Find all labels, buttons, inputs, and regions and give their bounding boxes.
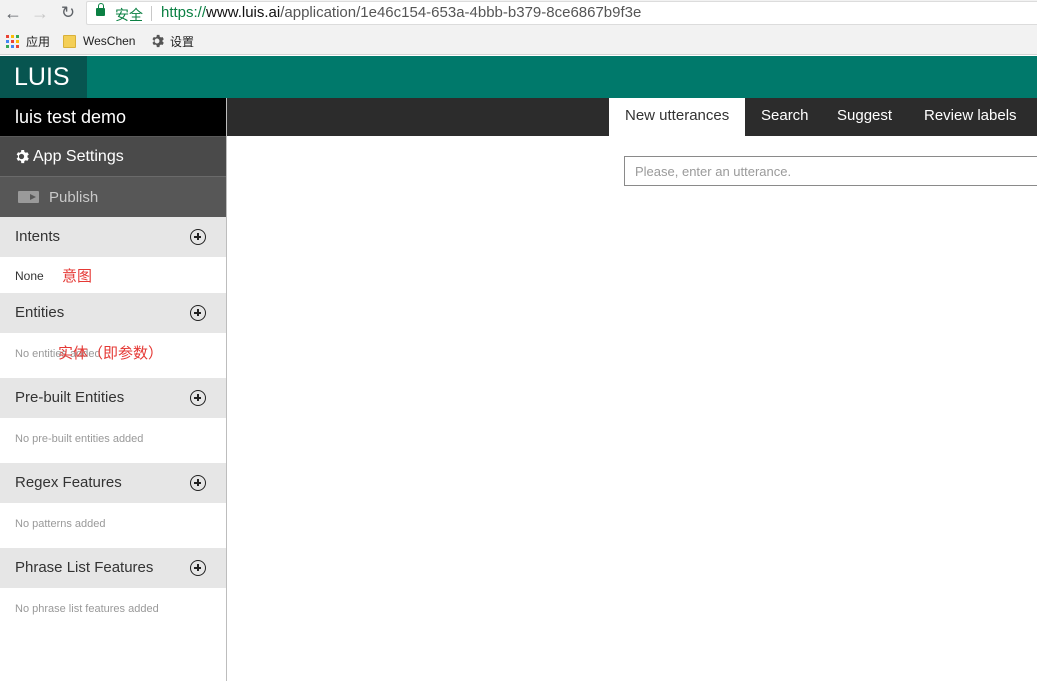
- url-field[interactable]: 安全 https://www.luis.ai/application/1e46c…: [86, 1, 1037, 25]
- publish-button[interactable]: Publish: [0, 176, 226, 217]
- annotation-intents: 意图: [62, 268, 93, 285]
- forward-arrow-icon[interactable]: →: [30, 3, 50, 23]
- bookmark-settings-label: 设置: [170, 34, 195, 49]
- url-path: /application/1e46c154-653a-4bbb-b379-8ce…: [280, 4, 642, 21]
- reload-icon[interactable]: ↻: [58, 3, 78, 23]
- sidebar: luis test demo App Settings Publish Inte…: [0, 98, 227, 681]
- add-phrase-list-icon[interactable]: [190, 560, 206, 576]
- section-body-intents: None 意图: [0, 257, 226, 293]
- bookmark-apps-label: 应用: [26, 34, 51, 49]
- browser-address-bar: ← → ↻ 安全 https://www.luis.ai/application…: [0, 0, 1037, 27]
- section-body-prebuilt: No pre-built entities added: [0, 418, 226, 463]
- section-header-intents: Intents: [0, 217, 226, 257]
- app-name: luis test demo: [0, 98, 226, 136]
- prebuilt-empty-text: No pre-built entities added: [15, 433, 144, 445]
- tab-review-labels[interactable]: Review labels: [908, 98, 1033, 136]
- app-settings-button[interactable]: App Settings: [0, 136, 226, 176]
- section-body-regex: No patterns added: [0, 503, 226, 548]
- intent-item-none[interactable]: None: [15, 269, 44, 283]
- add-regex-feature-icon[interactable]: [190, 475, 206, 491]
- add-prebuilt-entity-icon[interactable]: [190, 390, 206, 406]
- url-host: www.luis.ai: [206, 4, 281, 21]
- apps-grid-icon: [6, 34, 19, 48]
- section-title-intents: Intents: [15, 228, 61, 245]
- url-scheme: https://: [161, 4, 207, 21]
- secure-label: 安全: [115, 7, 143, 23]
- section-body-phrase: No phrase list features added: [0, 588, 226, 633]
- gear-icon: [152, 34, 164, 48]
- annotation-entities: 实体（即参数）: [58, 345, 164, 362]
- section-title-entities: Entities: [15, 304, 65, 321]
- app-header: LUIS: [0, 56, 1037, 98]
- section-body-entities: No entities added 实体（即参数）: [0, 333, 226, 378]
- back-arrow-icon[interactable]: ←: [3, 3, 23, 23]
- publish-label: Publish: [49, 188, 99, 206]
- folder-icon: [63, 34, 76, 48]
- bookmarks-bar: 应用 WesChen 设置: [0, 27, 1037, 55]
- utterance-input[interactable]: [624, 156, 1037, 186]
- section-header-regex-features: Regex Features: [0, 463, 226, 503]
- section-title-regex: Regex Features: [15, 474, 122, 491]
- tab-new-utterances[interactable]: New utterances: [609, 98, 745, 136]
- publish-icon: [18, 191, 39, 203]
- section-header-entities: Entities: [0, 293, 226, 333]
- section-title-prebuilt: Pre-built Entities: [15, 389, 125, 406]
- add-intent-icon[interactable]: [190, 229, 206, 245]
- bookmark-folder-label: WesChen: [83, 34, 136, 48]
- tab-suggest[interactable]: Suggest: [821, 98, 908, 136]
- url-separator: [151, 6, 152, 21]
- section-header-phrase-list: Phrase List Features: [0, 548, 226, 588]
- section-header-prebuilt-entities: Pre-built Entities: [0, 378, 226, 418]
- main-tab-bar: New utterances Search Suggest Review lab…: [227, 98, 1037, 136]
- add-entity-icon[interactable]: [190, 305, 206, 321]
- url-text[interactable]: https://www.luis.ai/application/1e46c154…: [161, 4, 641, 21]
- phrase-empty-text: No phrase list features added: [15, 603, 159, 615]
- bookmark-apps[interactable]: 应用: [6, 33, 50, 49]
- app-settings-label: App Settings: [33, 147, 124, 165]
- section-title-phrase: Phrase List Features: [15, 559, 154, 576]
- luis-logo[interactable]: LUIS: [0, 56, 87, 98]
- bookmark-folder-weschen[interactable]: WesChen: [63, 33, 135, 49]
- tab-search[interactable]: Search: [745, 98, 825, 136]
- lock-icon: [96, 3, 105, 16]
- gear-icon: [16, 149, 29, 164]
- regex-empty-text: No patterns added: [15, 518, 106, 530]
- bookmark-settings[interactable]: 设置: [150, 33, 194, 49]
